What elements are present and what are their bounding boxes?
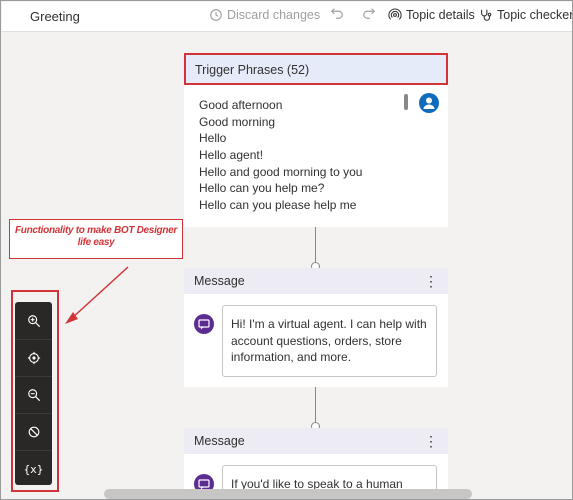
canvas-toolbox: {x} [15, 302, 52, 485]
more-icon[interactable]: ⋮ [424, 274, 438, 288]
connector-line [315, 227, 316, 267]
stethoscope-icon [481, 9, 492, 21]
trigger-phrase: Good afternoon [199, 98, 283, 112]
trigger-phrases-node[interactable]: Trigger Phrases (52) Good afternoon Good… [184, 53, 448, 227]
hide-minimap-button[interactable] [15, 413, 52, 450]
redo-button[interactable] [362, 6, 376, 20]
message-text-box[interactable]: Hi! I'm a virtual agent. I can help with… [222, 305, 437, 377]
connector-line [315, 387, 316, 427]
trigger-phrase: Hello [199, 131, 227, 146]
discard-changes-label: Discard changes [227, 8, 321, 22]
topic-checker-button[interactable]: Topic checker [479, 8, 573, 22]
recenter-icon [27, 351, 40, 365]
trigger-phrases-title: Trigger Phrases (52) [195, 63, 310, 77]
discard-changes-button[interactable]: Discard changes [209, 8, 320, 22]
podcast-icon [388, 8, 402, 20]
variables-label: {x} [23, 462, 44, 476]
topic-details-label: Topic details [406, 8, 475, 22]
variables-button[interactable]: {x} [15, 450, 52, 487]
message-node[interactable]: Message ⋮ Hi! I'm a virtual agent. I can… [184, 268, 448, 387]
trigger-phrase: Hello can you please help me [199, 198, 357, 213]
app-frame: Greeting Discard changes Topic details T… [0, 0, 573, 500]
history-icon [210, 9, 222, 21]
trigger-phrase: Good morning [199, 114, 276, 129]
trigger-phrase: Hello agent! [199, 148, 264, 163]
topic-toolbar: Greeting Discard changes Topic details T… [2, 2, 573, 32]
trigger-phrase: Hello and good morning to you [199, 164, 363, 179]
message-node-header: Message ⋮ [184, 268, 448, 294]
zoom-out-button[interactable] [15, 376, 52, 413]
hide-icon [28, 426, 39, 438]
zoom-in-icon [27, 314, 40, 327]
trigger-phrases-list: Good afternoon Good morning Hello Hello … [199, 97, 362, 214]
annotation-callout: Functionality to make BOT Designer life … [9, 219, 183, 259]
phrases-scrollbar[interactable] [404, 94, 408, 110]
redo-icon [363, 8, 376, 19]
recenter-button[interactable] [15, 339, 52, 376]
more-icon[interactable]: ⋮ [424, 434, 438, 448]
message-node-header: Message ⋮ [184, 428, 448, 454]
topic-checker-label: Topic checker [497, 8, 573, 22]
canvas-horizontal-scrollbar[interactable] [104, 489, 472, 499]
zoom-out-icon [27, 389, 40, 402]
trigger-phrases-header[interactable]: Trigger Phrases (52) [184, 53, 448, 85]
user-avatar-icon [419, 93, 439, 113]
trigger-phrase: Hello can you help me? [199, 181, 325, 196]
topic-title: Greeting [30, 9, 80, 24]
message-node-title: Message [194, 434, 245, 448]
undo-button[interactable] [330, 6, 344, 20]
zoom-in-button[interactable] [15, 302, 52, 339]
topic-details-button[interactable]: Topic details [388, 8, 475, 22]
undo-icon [330, 8, 343, 19]
message-node-title: Message [194, 274, 245, 288]
chat-message-icon [194, 314, 214, 334]
